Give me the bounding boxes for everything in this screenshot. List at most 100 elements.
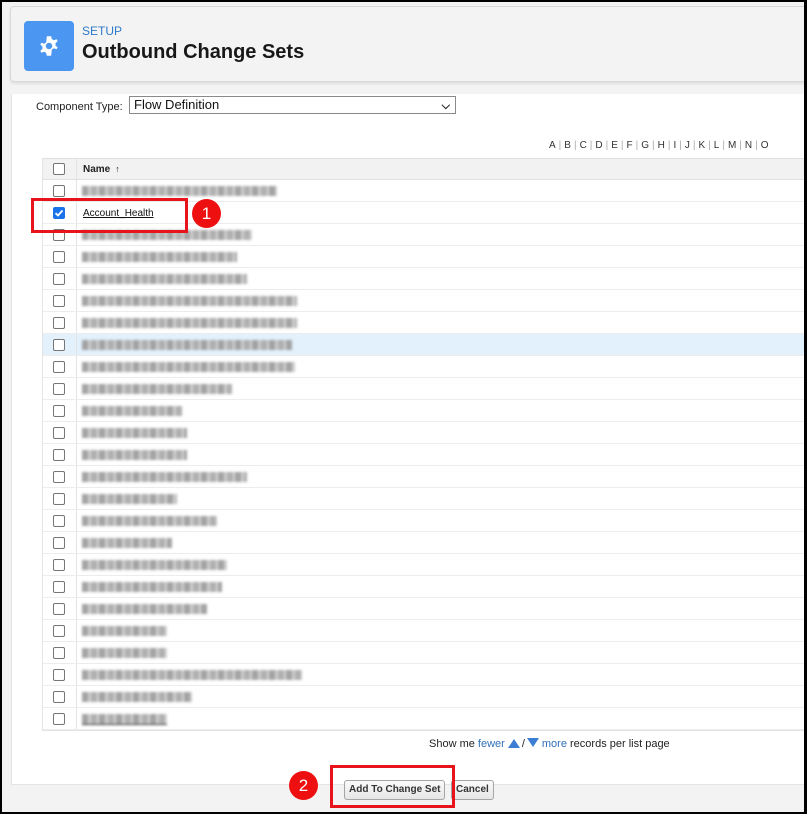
redacted-component-name[interactable]: [82, 648, 167, 658]
row-checkbox[interactable]: [53, 471, 65, 483]
redacted-component-name[interactable]: [82, 384, 232, 394]
redacted-component-name[interactable]: [82, 450, 187, 460]
arrow-down-icon[interactable]: [526, 738, 539, 747]
component-type-label: Component Type:: [36, 101, 123, 113]
redacted-component-name[interactable]: [82, 252, 237, 262]
alphabet-letter-j[interactable]: J: [685, 140, 690, 151]
table-row: [43, 642, 804, 664]
column-header-name[interactable]: Name ↑: [83, 164, 120, 175]
table-row: [43, 356, 804, 378]
more-link[interactable]: more: [542, 738, 567, 750]
page-header: SETUP Outbound Change Sets: [10, 6, 804, 82]
alphabet-separator: |: [679, 140, 682, 151]
redacted-component-name[interactable]: [82, 604, 207, 614]
fewer-link[interactable]: fewer: [478, 738, 505, 750]
alphabet-letter-o[interactable]: O: [761, 140, 769, 151]
column-divider: [76, 510, 77, 531]
alphabet-letter-m[interactable]: M: [728, 140, 736, 151]
row-checkbox[interactable]: [53, 559, 65, 571]
alphabet-letter-l[interactable]: L: [714, 140, 720, 151]
redacted-component-name[interactable]: [82, 274, 247, 284]
row-checkbox[interactable]: [53, 603, 65, 615]
redacted-component-name[interactable]: [82, 516, 217, 526]
row-checkbox[interactable]: [53, 669, 65, 681]
row-checkbox[interactable]: [53, 581, 65, 593]
alphabet-separator: |: [708, 140, 711, 151]
redacted-component-name[interactable]: [82, 582, 222, 592]
column-divider: [76, 312, 77, 333]
component-type-select[interactable]: Flow Definition ⌵: [129, 96, 456, 114]
table-row: [43, 290, 804, 312]
column-divider: [76, 686, 77, 707]
row-checkbox[interactable]: [53, 625, 65, 637]
alphabet-letter-c[interactable]: C: [580, 140, 587, 151]
row-checkbox[interactable]: [53, 647, 65, 659]
alphabet-letter-i[interactable]: I: [673, 140, 676, 151]
redacted-component-name[interactable]: [82, 670, 302, 680]
pager-text: Show me fewer / more records per list page: [429, 738, 670, 750]
alphabet-separator: |: [589, 140, 593, 151]
alphabet-letter-k[interactable]: K: [698, 140, 705, 151]
redacted-component-name[interactable]: [82, 560, 227, 570]
row-checkbox[interactable]: [53, 339, 65, 351]
arrow-up-icon[interactable]: [507, 739, 520, 748]
table-row: [43, 312, 804, 334]
column-divider: [76, 444, 77, 465]
row-checkbox[interactable]: [53, 317, 65, 329]
table-row: [43, 400, 804, 422]
table-body: Account_Health: [43, 180, 804, 730]
redacted-component-name[interactable]: [82, 472, 247, 482]
redacted-component-name[interactable]: [82, 538, 172, 548]
breadcrumb-setup: SETUP: [82, 24, 123, 38]
redacted-component-name[interactable]: [82, 428, 187, 438]
table-row: [43, 532, 804, 554]
row-checkbox[interactable]: [53, 361, 65, 373]
row-checkbox[interactable]: [53, 273, 65, 285]
column-divider: [76, 290, 77, 311]
select-all-checkbox[interactable]: [53, 163, 65, 175]
row-checkbox[interactable]: [53, 427, 65, 439]
row-checkbox[interactable]: [53, 691, 65, 703]
alphabet-letter-d[interactable]: D: [595, 140, 602, 151]
table-header: Name ↑: [43, 158, 804, 180]
callout-box-step1: [31, 198, 188, 233]
redacted-component-name[interactable]: [82, 494, 177, 504]
alphabet-letter-n[interactable]: N: [745, 140, 752, 151]
row-checkbox[interactable]: [53, 493, 65, 505]
row-checkbox[interactable]: [53, 537, 65, 549]
redacted-component-name[interactable]: [82, 626, 167, 636]
redacted-component-name[interactable]: [82, 362, 295, 372]
alphabet-letter-e[interactable]: E: [611, 140, 618, 151]
alphabet-letter-a[interactable]: A: [549, 140, 556, 151]
redacted-component-name[interactable]: [82, 340, 292, 350]
alphabet-letter-h[interactable]: H: [658, 140, 665, 151]
row-checkbox[interactable]: [53, 713, 65, 725]
alphabet-letter-f[interactable]: F: [627, 140, 633, 151]
redacted-component-name[interactable]: [82, 296, 297, 306]
page-title: Outbound Change Sets: [82, 41, 305, 63]
row-checkbox[interactable]: [53, 449, 65, 461]
redacted-component-name[interactable]: [82, 186, 277, 196]
alphabet-separator: |: [667, 140, 671, 151]
row-checkbox[interactable]: [53, 405, 65, 417]
redacted-component-name[interactable]: [82, 692, 192, 702]
redacted-component-name[interactable]: [82, 318, 297, 328]
redacted-component-name[interactable]: [82, 714, 167, 725]
row-checkbox[interactable]: [53, 383, 65, 395]
alphabet-separator: |: [692, 140, 696, 151]
column-divider: [76, 400, 77, 421]
row-checkbox[interactable]: [53, 295, 65, 307]
table-row: [43, 422, 804, 444]
row-checkbox[interactable]: [53, 515, 65, 527]
cancel-button[interactable]: Cancel: [451, 780, 494, 800]
row-checkbox[interactable]: [53, 185, 65, 197]
alphabet-separator: |: [755, 140, 758, 151]
row-checkbox[interactable]: [53, 251, 65, 263]
gear-icon: [24, 21, 74, 71]
alphabet-letter-g[interactable]: G: [641, 140, 649, 151]
alphabet-separator: |: [573, 140, 577, 151]
redacted-component-name[interactable]: [82, 406, 182, 416]
table-row: [43, 510, 804, 532]
column-divider: [76, 246, 77, 267]
alphabet-letter-b[interactable]: B: [564, 140, 571, 151]
